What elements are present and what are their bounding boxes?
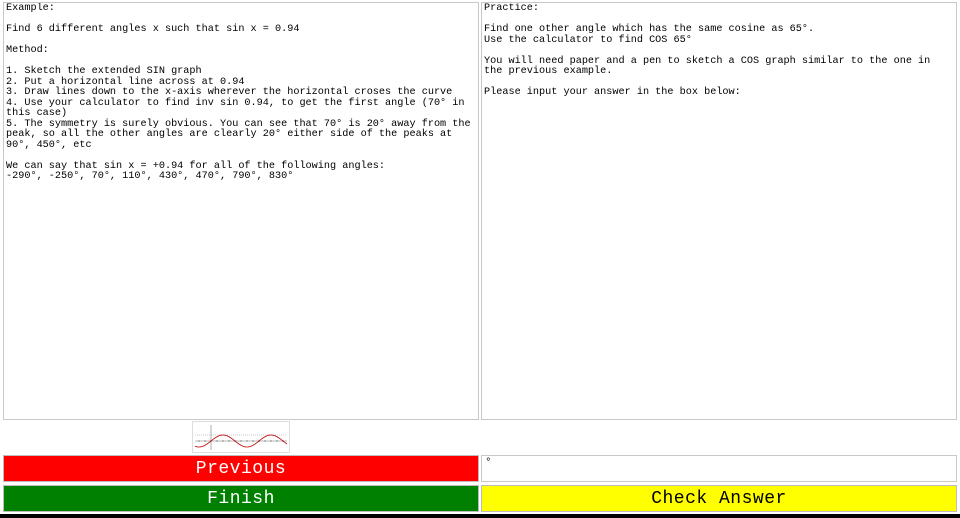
check-answer-button[interactable]: Check Answer bbox=[481, 485, 957, 512]
example-line: 5. The symmetry is surely obvious. You c… bbox=[6, 118, 477, 151]
bottom-bar bbox=[0, 514, 960, 518]
practice-line bbox=[484, 46, 954, 57]
practice-line: Please input your answer in the box belo… bbox=[484, 87, 741, 98]
example-line: 3. Draw lines down to the x-axis whereve… bbox=[6, 87, 453, 98]
example-line: Example: bbox=[6, 3, 55, 14]
example-line: 1. Sketch the extended SIN graph bbox=[6, 66, 202, 77]
example-line: 4. Use your calculator to find inv sin 0… bbox=[6, 97, 471, 119]
finish-button[interactable]: Finish bbox=[3, 485, 479, 512]
example-line: Method: bbox=[6, 45, 49, 56]
example-line: -290°, -250°, 70°, 110°, 430°, 470°, 790… bbox=[6, 171, 294, 182]
sine-graph-thumbnail-svg bbox=[194, 425, 288, 450]
example-line: Find 6 different angles x such that sin … bbox=[6, 24, 300, 35]
previous-button[interactable]: Previous bbox=[3, 455, 479, 482]
practice-line: You will need paper and a pen to sketch … bbox=[484, 55, 937, 77]
answer-input[interactable] bbox=[481, 455, 957, 482]
example-panel: Example: Find 6 different angles x such … bbox=[3, 2, 479, 420]
practice-line: Practice: bbox=[484, 3, 540, 14]
example-line bbox=[6, 151, 476, 162]
degree-symbol: ° bbox=[485, 457, 492, 469]
practice-line: Find one other angle which has the same … bbox=[484, 24, 815, 35]
practice-line: Use the calculator to find COS 65° bbox=[484, 34, 692, 46]
example-line bbox=[6, 36, 476, 47]
practice-panel: Practice: Find one other angle which has… bbox=[481, 2, 957, 420]
sine-graph-thumbnail-icon bbox=[192, 421, 290, 453]
